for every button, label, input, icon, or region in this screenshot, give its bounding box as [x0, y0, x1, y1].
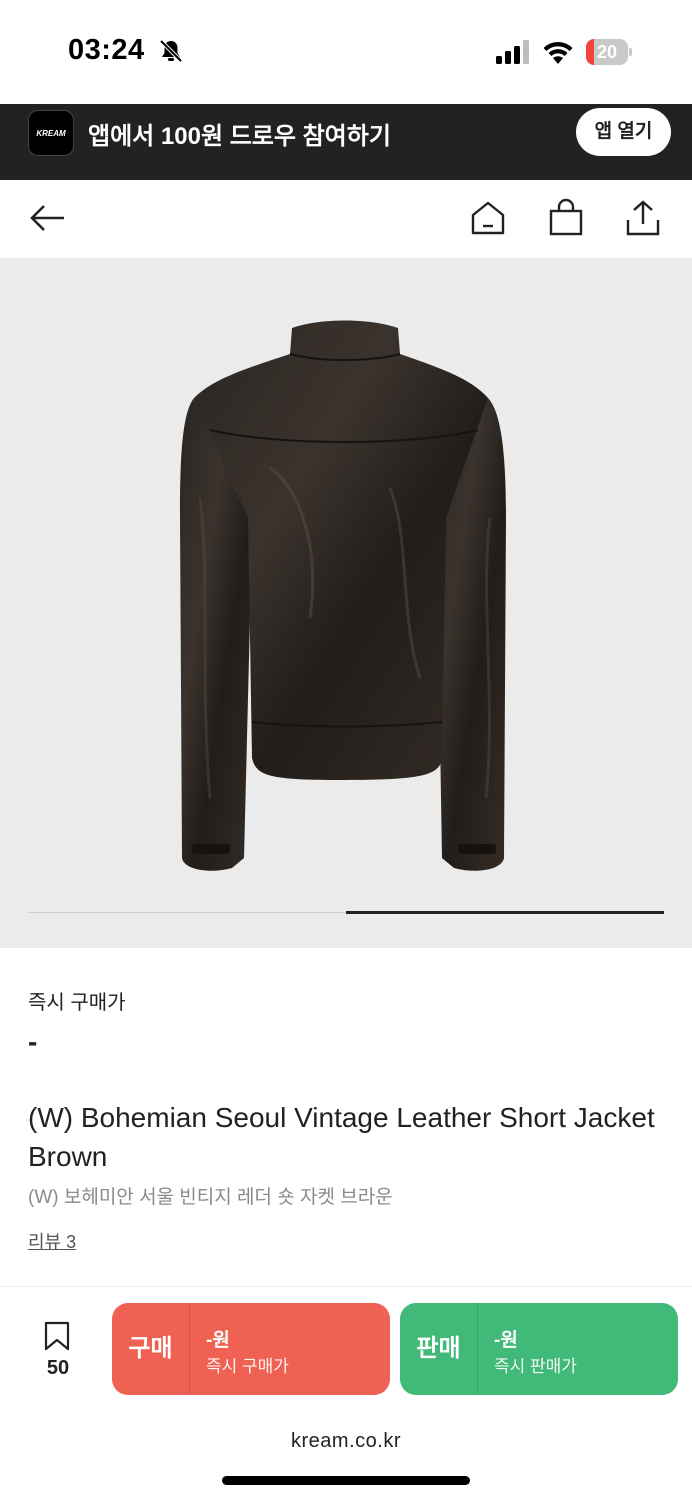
- cellular-signal-icon: [496, 40, 529, 64]
- carousel-indicator-active: [346, 911, 664, 914]
- buy-sub-label: 즉시 구매가: [206, 1357, 289, 1376]
- instant-buy-price-label: 즉시 구매가: [28, 992, 126, 1014]
- battery-percentage: 20: [596, 42, 618, 62]
- status-bar: 03:24 20: [0, 0, 692, 104]
- share-icon[interactable]: [623, 198, 663, 238]
- home-indicator[interactable]: [222, 1476, 470, 1485]
- product-image: [180, 320, 506, 871]
- sell-sub-label: 즉시 판매가: [494, 1357, 577, 1376]
- battery-icon: 20: [586, 39, 632, 65]
- bottom-action-bar: 50 구매 -원 즉시 구매가 판매 -원 즉시 판매가: [0, 1286, 692, 1410]
- sell-label: 판매: [400, 1303, 478, 1395]
- app-download-banner[interactable]: KREAM 앱에서 100원 드로우 참여하기 앱 열기: [0, 104, 692, 180]
- back-arrow-icon[interactable]: [28, 198, 68, 238]
- bookmark-icon: [44, 1321, 70, 1351]
- bookmark-count: 50: [46, 1357, 70, 1379]
- sell-button[interactable]: 판매 -원 즉시 판매가: [400, 1303, 678, 1395]
- review-link[interactable]: 리뷰 3: [28, 1228, 76, 1254]
- wifi-icon: [543, 41, 573, 64]
- product-name: (W) Bohemian Seoul Vintage Leather Short…: [28, 1102, 655, 1172]
- sell-price: -원: [494, 1330, 518, 1351]
- url-text: kream.co.kr: [291, 1430, 401, 1452]
- browser-url-bar[interactable]: kream.co.kr: [0, 1410, 692, 1500]
- home-icon[interactable]: [468, 198, 508, 238]
- kream-logo: KREAM: [28, 110, 74, 156]
- bookmark-button[interactable]: 50: [28, 1317, 88, 1387]
- buy-button[interactable]: 구매 -원 즉시 구매가: [112, 1303, 390, 1395]
- bell-off-icon: [159, 39, 183, 63]
- navigation-bar: [0, 180, 692, 258]
- banner-text: 앱에서 100원 드로우 참여하기: [88, 123, 391, 150]
- shopping-bag-icon[interactable]: [546, 198, 586, 238]
- product-image-carousel[interactable]: [0, 258, 692, 948]
- product-name-korean: (W) 보헤미안 서울 빈티지 레더 숏 자켓 브라운: [28, 1187, 393, 1208]
- buy-price: -원: [206, 1330, 230, 1351]
- battery-cap: [629, 48, 632, 56]
- buy-label: 구매: [112, 1303, 190, 1395]
- battery-body: 20: [586, 39, 628, 65]
- open-app-button[interactable]: 앱 열기: [576, 108, 671, 156]
- status-time: 03:24: [68, 34, 145, 66]
- instant-buy-price-value: -: [28, 1026, 38, 1057]
